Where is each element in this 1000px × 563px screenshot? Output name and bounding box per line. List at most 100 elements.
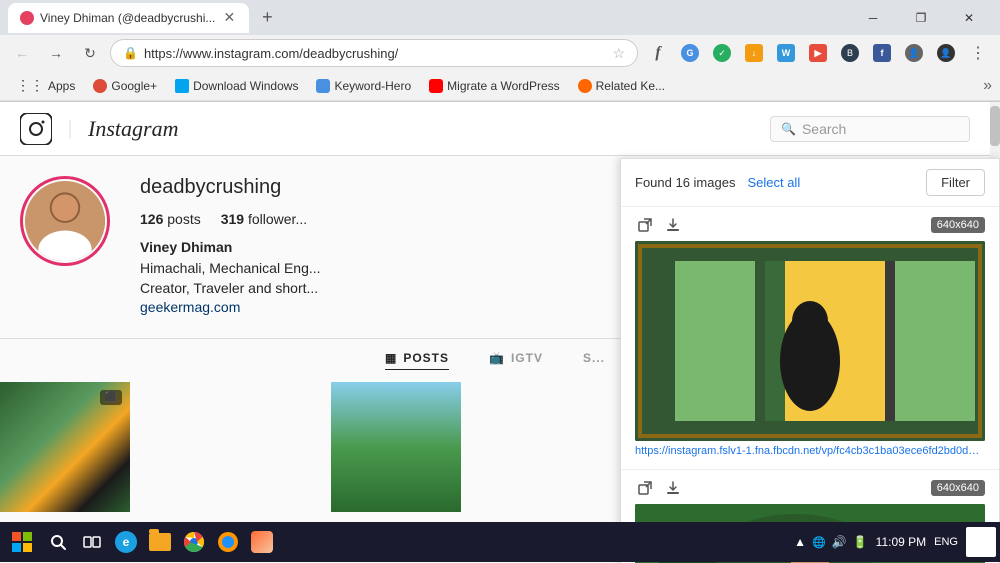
image-preview-1	[635, 241, 985, 441]
system-tray: ▲ 🌐 🔊 🔋	[790, 535, 872, 549]
bookmark-youtube[interactable]: Migrate a WordPress	[421, 77, 567, 95]
instagram-wordmark: Instagram	[88, 116, 178, 142]
post-thumbnail-1[interactable]: ⬛	[0, 382, 130, 512]
filter-button[interactable]: Filter	[926, 169, 985, 196]
image-actions-1: 640x640	[635, 215, 985, 235]
bookmark-keyword-hero[interactable]: Keyword-Hero	[308, 77, 419, 95]
bio-line2: Creator, Traveler and short...	[140, 279, 510, 299]
extensions-button[interactable]: ⋮	[964, 39, 992, 67]
search-placeholder: Search	[802, 121, 846, 137]
posts-tab-icon: ▦	[385, 351, 397, 365]
taskbar-folder-icon[interactable]	[144, 526, 176, 558]
forward-button[interactable]: →	[42, 39, 70, 67]
maximize-button[interactable]: ❐	[898, 0, 944, 35]
bookmarks-more-button[interactable]: »	[983, 77, 992, 95]
select-all-button[interactable]: Select all	[747, 175, 800, 190]
taskbar-app7-icon[interactable]	[246, 526, 278, 558]
search-icon: 🔍	[781, 122, 796, 136]
bookmark-googleplus-label: Google+	[111, 79, 157, 93]
taskbar-firefox-icon[interactable]	[212, 526, 244, 558]
bookmark-googleplus[interactable]: Google+	[85, 77, 165, 95]
bookmark-related[interactable]: Related Ke...	[570, 77, 673, 95]
show-desktop-button[interactable]	[966, 527, 996, 557]
ext6-icon[interactable]: B	[836, 39, 864, 67]
network-wifi-icon[interactable]: 🌐	[812, 536, 826, 549]
clock: 11:09 PM	[876, 535, 926, 549]
ext3-icon[interactable]: ↓	[740, 39, 768, 67]
instagram-logo-icon	[20, 113, 52, 145]
panel-content[interactable]: 640x640	[621, 207, 999, 563]
bookmark-migrate-label: Migrate a WordPress	[447, 79, 559, 93]
language-indicator: ENG	[930, 536, 962, 548]
tab-close-button[interactable]: ✕	[221, 10, 237, 26]
ext1-icon[interactable]: G	[676, 39, 704, 67]
toolbar-icons: f G ✓ ↓ W ▶ B f 👤	[644, 39, 992, 67]
tab-igtv[interactable]: 📺 IGTV	[489, 351, 543, 370]
download-icon-1[interactable]	[663, 215, 683, 235]
page-scrollbar-thumb[interactable]	[990, 106, 1000, 146]
bookmark-keyword-label: Keyword-Hero	[334, 79, 411, 93]
tab-saved[interactable]: S...	[583, 351, 605, 370]
image-overlay-svg	[635, 241, 985, 441]
posts-label: posts	[167, 211, 200, 227]
taskbar-right: ▲ 🌐 🔊 🔋 11:09 PM ENG	[790, 527, 996, 557]
instagram-search[interactable]: 🔍 Search	[770, 116, 970, 142]
taskbar-search-icon	[49, 533, 67, 551]
followers-label: follower...	[248, 211, 307, 227]
back-button[interactable]: ←	[8, 39, 36, 67]
tab-favicon	[20, 11, 34, 25]
posts-count: 126	[140, 211, 163, 227]
task-view-icon	[83, 533, 101, 551]
firefox-icon	[217, 531, 239, 553]
new-tab-button[interactable]: +	[253, 4, 281, 32]
ext7-icon[interactable]: f	[868, 39, 896, 67]
profile-name: Viney Dhiman	[140, 239, 510, 255]
taskbar: e ▲ 🌐 🔊 🔋 11:09	[0, 522, 1000, 562]
ext8-icon[interactable]: 👤	[900, 39, 928, 67]
download-icon-2[interactable]	[663, 478, 683, 498]
bookmark-download-windows[interactable]: Download Windows	[167, 77, 306, 95]
bio-line1: Himachali, Mechanical Eng...	[140, 259, 510, 279]
ext9-icon[interactable]: 👤	[932, 39, 960, 67]
url-text: https://www.instagram.com/deadbycrushing…	[144, 46, 606, 61]
minimize-button[interactable]: ─	[850, 0, 896, 35]
volume-icon[interactable]: 🔊	[832, 535, 847, 549]
close-button[interactable]: ✕	[946, 0, 992, 35]
search-taskbar-button[interactable]	[42, 526, 74, 558]
ext5-icon[interactable]: ▶	[804, 39, 832, 67]
post-image-2	[331, 382, 461, 512]
image-url-1: https://instagram.fslv1-1.fna.fbcdn.net/…	[635, 441, 985, 461]
taskbar-ie-icon[interactable]: e	[110, 526, 142, 558]
instagram-logo: | Instagram	[20, 113, 178, 145]
app7-icon	[251, 531, 273, 553]
saved-tab-label: S...	[583, 351, 605, 365]
avatar-image	[25, 181, 105, 261]
followers-count: 319	[221, 211, 244, 227]
ext4-icon[interactable]: W	[772, 39, 800, 67]
bookmark-related-label: Related Ke...	[596, 79, 665, 93]
windows-logo-icon	[11, 531, 33, 553]
instagram-header: | Instagram 🔍 Search	[0, 102, 990, 156]
profile-website[interactable]: geekermag.com	[140, 299, 240, 315]
formula-extension-icon[interactable]: f	[644, 39, 672, 67]
reload-button[interactable]: ↻	[76, 39, 104, 67]
posts-stat: 126 posts	[140, 211, 201, 227]
post-thumbnail-2[interactable]	[331, 382, 461, 512]
igtv-tab-icon: 📺	[489, 351, 505, 365]
open-new-tab-icon-2[interactable]	[635, 478, 655, 498]
browser-tab[interactable]: Viney Dhiman (@deadbycrushi... ✕	[8, 3, 249, 33]
bookmark-star-icon[interactable]: ☆	[612, 45, 625, 62]
tab-posts[interactable]: ▦ POSTS	[385, 351, 449, 370]
open-new-tab-icon-1[interactable]	[635, 215, 655, 235]
battery-icon[interactable]: 🔋	[853, 535, 868, 549]
panel-header: Found 16 images Select all Filter	[621, 159, 999, 207]
taskbar-chrome-icon[interactable]	[178, 526, 210, 558]
start-button[interactable]	[4, 524, 40, 560]
url-bar[interactable]: 🔒 https://www.instagram.com/deadbycrushi…	[110, 39, 638, 67]
network-icon[interactable]: ▲	[794, 535, 806, 549]
task-view-button[interactable]	[76, 526, 108, 558]
profile-avatar	[25, 181, 105, 261]
bookmark-apps[interactable]: ⋮⋮ Apps	[8, 75, 83, 96]
ext2-icon[interactable]: ✓	[708, 39, 736, 67]
tab-title: Viney Dhiman (@deadbycrushi...	[40, 11, 215, 25]
